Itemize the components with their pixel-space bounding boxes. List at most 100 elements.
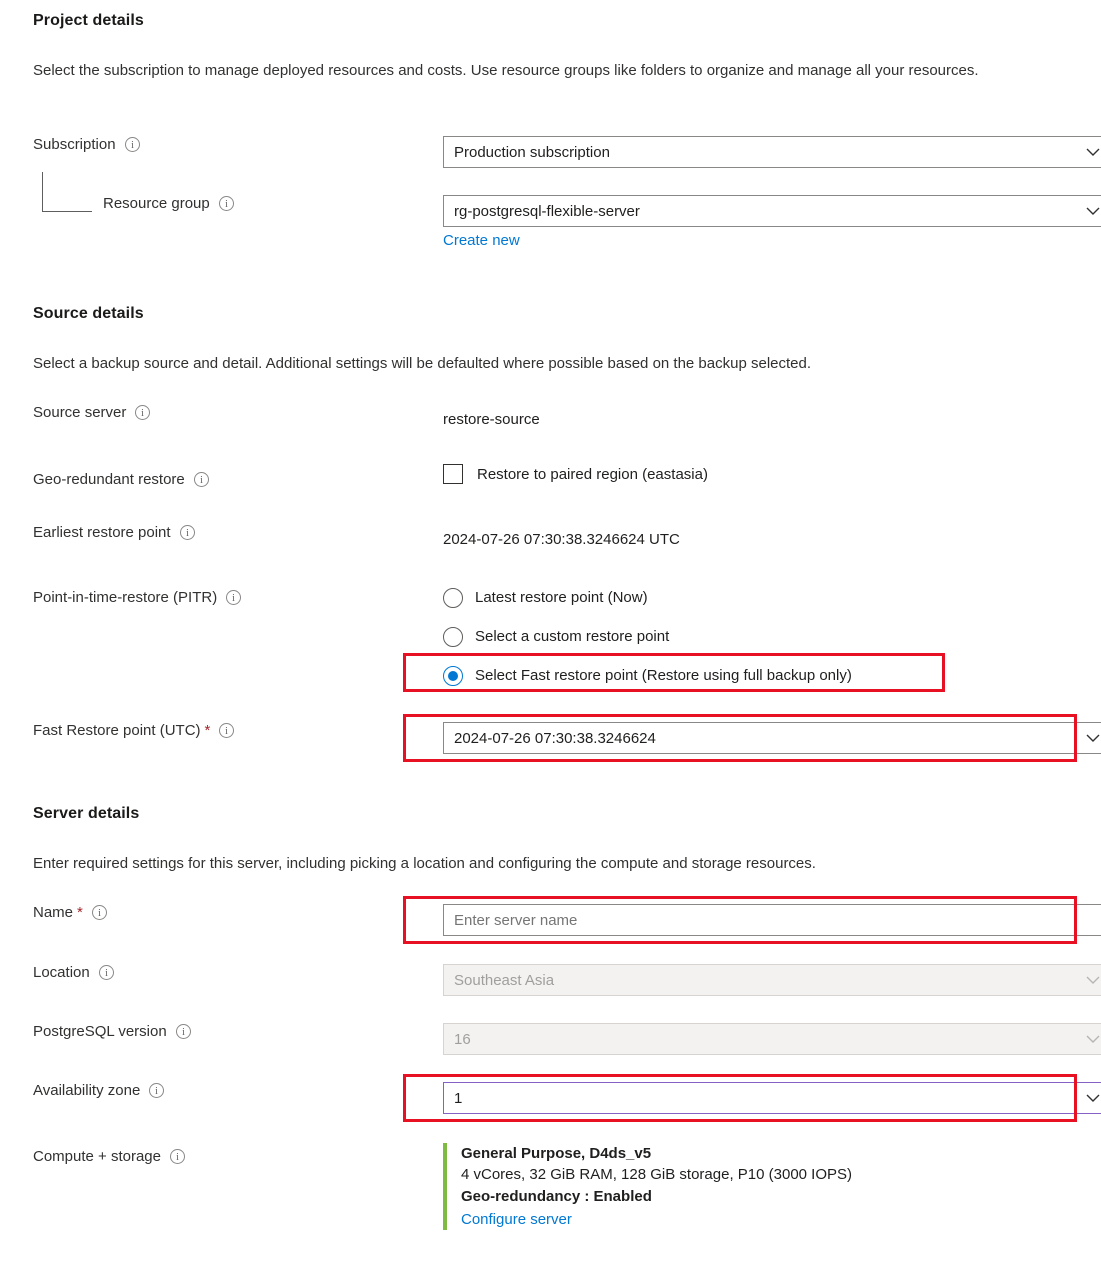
radio-icon — [443, 626, 463, 647]
configure-server-link[interactable]: Configure server — [461, 1209, 572, 1230]
postgresql-version-label: PostgreSQL version — [33, 1023, 167, 1040]
required-asterisk: * — [77, 904, 83, 921]
server-details-heading: Server details — [33, 805, 140, 822]
location-label: Location — [33, 964, 90, 981]
compute-tier: General Purpose, D4ds_v5 — [461, 1145, 652, 1162]
compute-specs: 4 vCores, 32 GiB RAM, 128 GiB storage, P… — [461, 1166, 853, 1184]
chevron-down-icon — [1086, 976, 1100, 984]
geo-redundant-restore-row: Geo-redundant restore i Restore to paire… — [33, 464, 1078, 494]
subscription-row: Subscription i Production subscription — [33, 136, 1101, 168]
location-label-col: Location i — [33, 964, 443, 981]
availability-zone-row: Availability zone i 1 — [33, 1082, 1101, 1114]
server-name-row: Name * i — [33, 904, 1101, 936]
geo-redundant-restore-label: Geo-redundant restore — [33, 470, 185, 488]
source-details-heading: Source details — [33, 305, 144, 322]
chevron-down-icon — [1086, 207, 1100, 215]
location-row: Location i Southeast Asia — [33, 964, 1101, 996]
svg-text:i: i — [186, 528, 189, 539]
pitr-option-fast-label: Select Fast restore point (Restore using… — [475, 667, 852, 684]
postgresql-version-value: 16 — [454, 1030, 471, 1048]
subscription-dropdown[interactable]: Production subscription — [443, 136, 1101, 168]
availability-zone-field-col: 1 — [443, 1082, 1101, 1114]
server-name-input[interactable] — [443, 904, 1101, 936]
info-icon[interactable]: i — [218, 196, 234, 211]
info-icon[interactable]: i — [91, 905, 107, 920]
info-icon[interactable]: i — [124, 137, 140, 152]
svg-text:i: i — [105, 968, 108, 979]
pitr-option-custom-label: Select a custom restore point — [475, 628, 670, 645]
project-details-description: Select the subscription to manage deploy… — [33, 62, 979, 79]
resource-group-label-col: Resource group i — [33, 195, 443, 212]
info-icon[interactable]: i — [175, 1024, 191, 1039]
fast-restore-point-row: Fast Restore point (UTC) * i 2024-07-26 … — [33, 722, 1101, 754]
required-asterisk: * — [204, 722, 211, 739]
compute-storage-row: Compute + storage i General Purpose, D4d… — [33, 1143, 1078, 1231]
geo-redundant-restore-field-col: Restore to paired region (eastasia) — [443, 464, 1078, 484]
info-icon[interactable]: i — [135, 405, 151, 420]
pitr-row: Point-in-time-restore (PITR) i Latest re… — [33, 583, 1078, 690]
resource-group-field-col: rg-postgresql-flexible-server Create new — [443, 195, 1101, 249]
svg-text:i: i — [176, 1152, 179, 1163]
chevron-down-icon — [1086, 1094, 1100, 1102]
earliest-restore-point-label: Earliest restore point — [33, 524, 171, 541]
postgresql-version-field-col: 16 — [443, 1023, 1101, 1055]
restore-to-paired-region-label: Restore to paired region (eastasia) — [477, 465, 708, 483]
postgresql-version-dropdown: 16 — [443, 1023, 1101, 1055]
chevron-down-icon — [1086, 148, 1100, 156]
source-server-label-col: Source server i — [33, 404, 443, 421]
subscription-label-col: Subscription i — [33, 136, 443, 153]
info-icon[interactable]: i — [193, 471, 209, 487]
info-icon[interactable]: i — [219, 723, 235, 738]
postgresql-version-label-col: PostgreSQL version i — [33, 1023, 443, 1040]
svg-text:i: i — [200, 475, 203, 486]
source-server-row: Source server i restore-source — [33, 404, 1078, 436]
availability-zone-value: 1 — [454, 1089, 463, 1107]
availability-zone-label-col: Availability zone i — [33, 1082, 443, 1099]
pitr-option-latest[interactable]: Latest restore point (Now) — [443, 583, 1078, 612]
server-name-label: Name — [33, 904, 74, 921]
fast-restore-point-value: 2024-07-26 07:30:38.3246624 — [454, 729, 656, 747]
pitr-option-fast[interactable]: Select Fast restore point (Restore using… — [443, 661, 1078, 690]
compute-storage-label: Compute + storage — [33, 1147, 161, 1165]
info-icon[interactable]: i — [170, 1148, 185, 1164]
availability-zone-dropdown[interactable]: 1 — [443, 1082, 1101, 1114]
radio-icon — [443, 587, 463, 608]
source-server-label: Source server — [33, 404, 127, 421]
subscription-value: Production subscription — [454, 143, 610, 161]
svg-text:i: i — [98, 908, 101, 919]
resource-group-dropdown[interactable]: rg-postgresql-flexible-server — [443, 195, 1101, 227]
chevron-down-icon — [1086, 734, 1100, 742]
info-icon[interactable]: i — [98, 965, 114, 980]
source-server-field-col: restore-source — [443, 404, 1078, 436]
pitr-radio-group: Latest restore point (Now) Select a cust… — [443, 583, 1078, 690]
source-server-value: restore-source — [443, 411, 540, 428]
source-details-description: Select a backup source and detail. Addit… — [33, 355, 812, 372]
info-icon[interactable]: i — [179, 525, 195, 540]
subscription-label: Subscription — [33, 136, 116, 153]
pitr-option-custom[interactable]: Select a custom restore point — [443, 622, 1078, 651]
fast-restore-point-field-col: 2024-07-26 07:30:38.3246624 — [443, 722, 1101, 754]
resource-group-label: Resource group — [103, 195, 210, 212]
compute-storage-label-col: Compute + storage i — [33, 1143, 443, 1169]
pitr-label: Point-in-time-restore (PITR) — [33, 589, 218, 606]
info-icon[interactable]: i — [149, 1083, 165, 1098]
radio-icon-selected — [443, 665, 463, 686]
compute-geo-redundancy: Geo-redundancy : Enabled — [461, 1187, 652, 1205]
subscription-field-col: Production subscription — [443, 136, 1101, 168]
svg-text:i: i — [225, 199, 228, 210]
svg-text:i: i — [155, 1086, 158, 1097]
checkbox-box-icon — [443, 464, 463, 484]
earliest-restore-point-label-col: Earliest restore point i — [33, 524, 443, 541]
info-icon[interactable]: i — [226, 590, 242, 605]
earliest-restore-point-field-col: 2024-07-26 07:30:38.3246624 UTC — [443, 524, 1078, 556]
svg-text:i: i — [226, 726, 229, 737]
earliest-restore-point-value: 2024-07-26 07:30:38.3246624 UTC — [443, 531, 680, 548]
svg-text:i: i — [131, 140, 134, 151]
location-value: Southeast Asia — [454, 971, 555, 989]
location-dropdown: Southeast Asia — [443, 964, 1101, 996]
create-new-resource-group-link[interactable]: Create new — [443, 232, 520, 249]
fast-restore-point-dropdown[interactable]: 2024-07-26 07:30:38.3246624 — [443, 722, 1101, 754]
server-details-description: Enter required settings for this server,… — [33, 855, 816, 872]
geo-redundant-restore-label-col: Geo-redundant restore i — [33, 464, 443, 494]
restore-to-paired-region-checkbox[interactable]: Restore to paired region (eastasia) — [443, 464, 1078, 484]
